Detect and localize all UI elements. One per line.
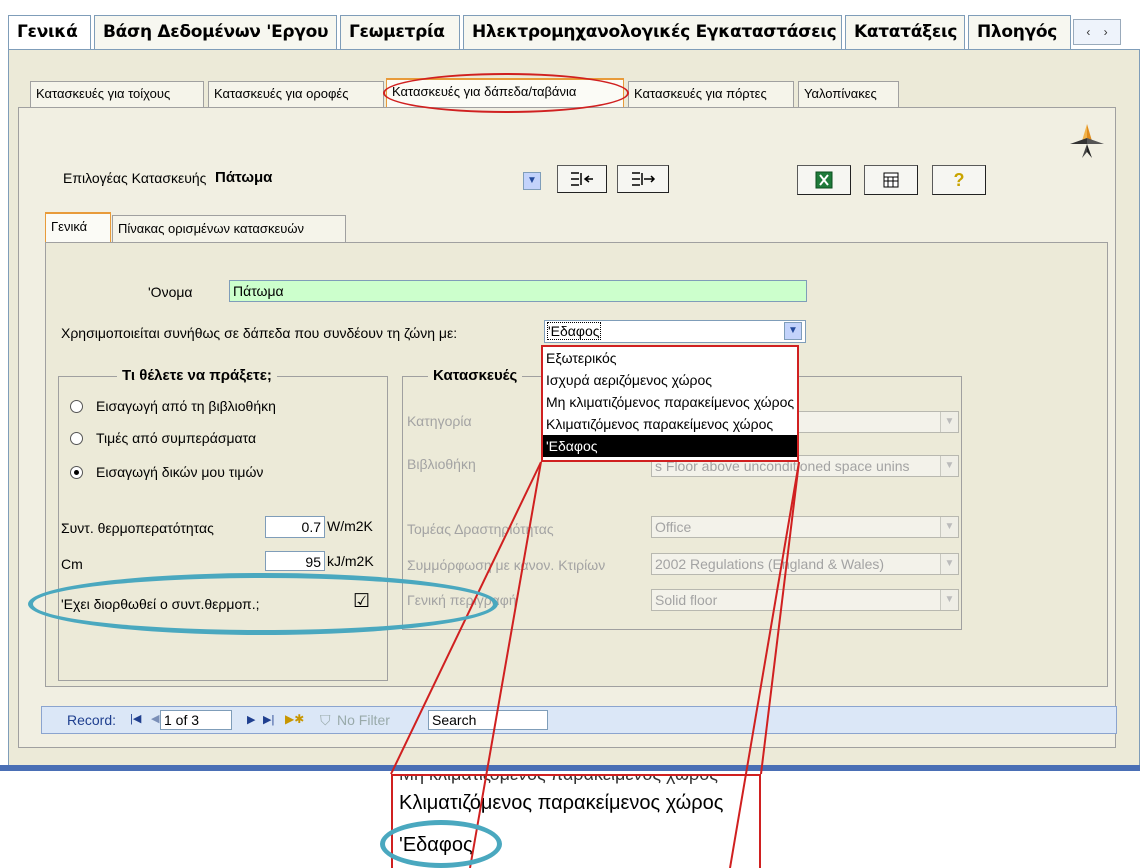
callout-connector-lines (390, 461, 800, 868)
highlight-ellipse-ground (380, 820, 502, 868)
highlight-ellipse-corrected (28, 573, 498, 635)
